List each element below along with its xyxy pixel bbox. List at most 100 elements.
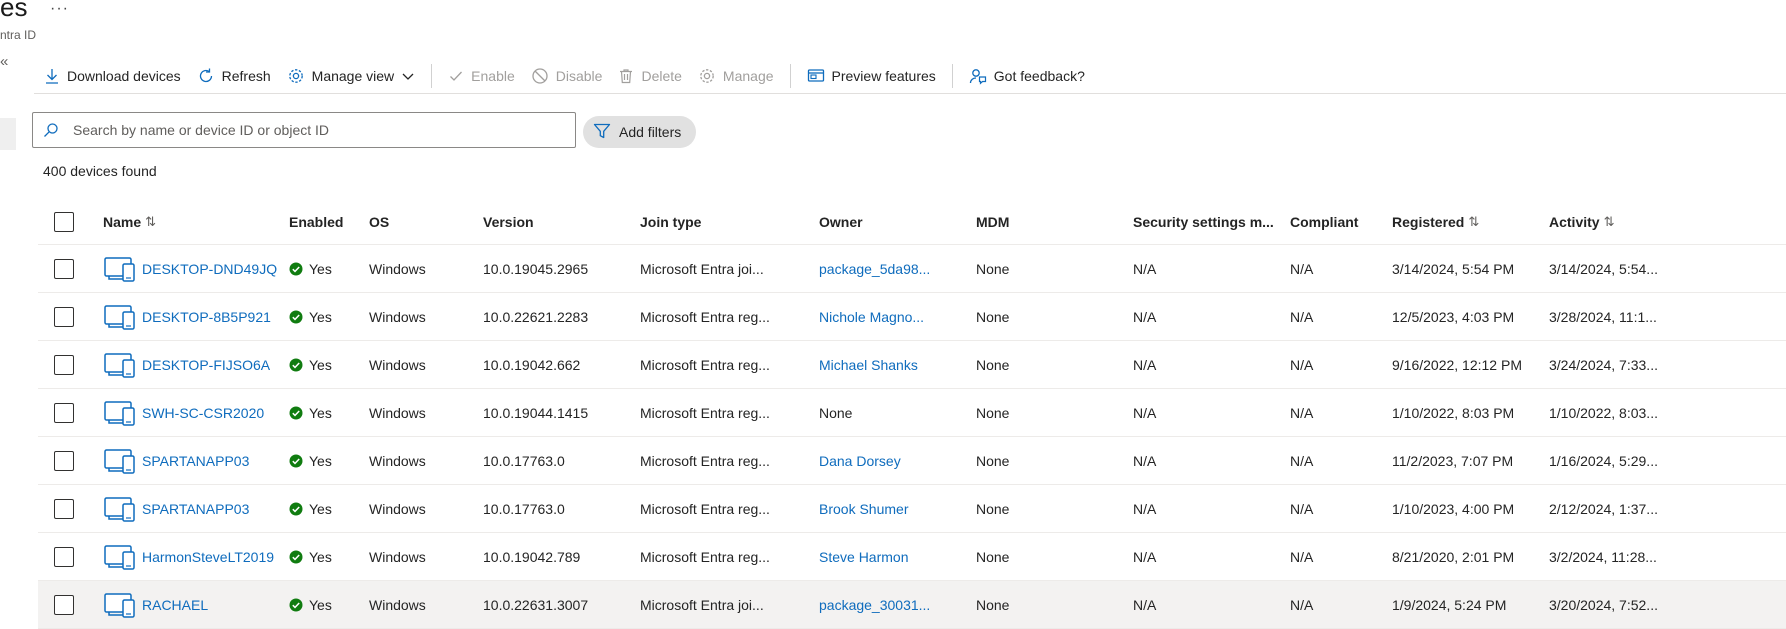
page-title: es: [0, 0, 28, 22]
activity-cell: 3/28/2024, 11:1...: [1549, 293, 1657, 340]
header-registered[interactable]: Registered ⇅: [1392, 200, 1479, 244]
device-name-link[interactable]: HarmonSteveLT2019: [142, 549, 274, 565]
manage-view-label: Manage view: [311, 68, 395, 84]
owner-link[interactable]: Steve Harmon: [819, 549, 908, 565]
os-cell: Windows: [369, 245, 426, 292]
manage-button[interactable]: Manage: [698, 67, 774, 85]
manage-view-button[interactable]: Manage view: [287, 67, 416, 85]
header-owner: Owner: [819, 200, 863, 244]
table-row[interactable]: RACHAEL Yes Windows 10.0.22631.3007 Microsof…: [38, 581, 1786, 629]
enable-button[interactable]: Enable: [448, 68, 515, 84]
download-devices-button[interactable]: Download devices: [44, 68, 181, 84]
version-value: 10.0.22621.2283: [483, 308, 589, 325]
row-checkbox[interactable]: [54, 450, 74, 471]
header-security: Security settings m...: [1133, 200, 1274, 244]
compliant-value: N/A: [1290, 452, 1314, 469]
table-row[interactable]: HarmonSteveLT2019 Yes Windows 10.0.19042.78…: [38, 533, 1786, 581]
mdm-value: None: [976, 404, 1010, 421]
checkmark-circle-icon: [289, 358, 303, 372]
device-icon: [103, 591, 137, 619]
version-value: 10.0.19042.662: [483, 356, 581, 373]
device-name-link[interactable]: DESKTOP-8B5P921: [142, 309, 271, 325]
feedback-button[interactable]: Got feedback?: [969, 67, 1085, 85]
compliant-cell: N/A: [1290, 485, 1313, 532]
table-header: Name ⇅ Enabled OS Version Join type Owner…: [38, 200, 1786, 245]
header-version-label: Version: [483, 214, 534, 230]
row-checkbox[interactable]: [54, 402, 74, 423]
device-name-link[interactable]: SPARTANAPP03: [142, 501, 249, 517]
more-options-button[interactable]: ···: [50, 0, 69, 18]
row-checkbox[interactable]: [54, 546, 74, 567]
table-row[interactable]: DESKTOP-DND49JQ Yes Windows 10.0.19045.2965…: [38, 245, 1786, 293]
device-name-link[interactable]: DESKTOP-FIJSO6A: [142, 357, 270, 373]
search-box[interactable]: [32, 112, 576, 148]
registered-value: 3/14/2024, 5:54 PM: [1392, 260, 1515, 277]
disable-label: Disable: [555, 68, 603, 84]
row-checkbox[interactable]: [54, 498, 74, 519]
enabled-cell: Yes: [289, 389, 332, 436]
security-cell: N/A: [1133, 341, 1156, 388]
row-checkbox[interactable]: [54, 306, 74, 327]
mdm-cell: None: [976, 245, 1009, 292]
header-owner-label: Owner: [819, 214, 863, 230]
search-input[interactable]: [71, 121, 575, 139]
delete-button[interactable]: Delete: [618, 68, 682, 84]
compliant-cell: N/A: [1290, 389, 1313, 436]
registered-cell: 9/16/2022, 12:12 PM: [1392, 341, 1522, 388]
row-select-cell: [54, 533, 74, 580]
row-select-cell: [54, 245, 74, 292]
owner-link[interactable]: package_5da98...: [819, 261, 930, 277]
mdm-value: None: [976, 500, 1010, 517]
compliant-value: N/A: [1290, 596, 1314, 613]
header-os: OS: [369, 200, 389, 244]
join-type-value: Microsoft Entra joi...: [640, 596, 764, 613]
os-value: Windows: [369, 500, 426, 517]
enabled-value: Yes: [309, 500, 332, 517]
disable-button[interactable]: Disable: [531, 67, 603, 85]
owner-link[interactable]: package_30031...: [819, 597, 930, 613]
mdm-value: None: [976, 308, 1010, 325]
table-row[interactable]: SPARTANAPP03 Yes Windows 10.0.17763.0 Micros…: [38, 437, 1786, 485]
add-filters-label: Add filters: [619, 124, 682, 140]
device-name-link[interactable]: RACHAEL: [142, 597, 208, 613]
version-value: 10.0.19045.2965: [483, 260, 589, 277]
activity-cell: 1/16/2024, 5:29...: [1549, 437, 1658, 484]
version-value: 10.0.19044.1415: [483, 404, 589, 421]
table-body: DESKTOP-DND49JQ Yes Windows 10.0.19045.2965…: [38, 245, 1786, 629]
table-row[interactable]: DESKTOP-FIJSO6A Yes Windows 10.0.19042.662 M…: [38, 341, 1786, 389]
select-all-checkbox[interactable]: [54, 212, 74, 232]
owner-link[interactable]: Nichole Magno...: [819, 309, 924, 325]
header-activity[interactable]: Activity ⇅: [1549, 200, 1614, 244]
device-name-link[interactable]: SWH-SC-CSR2020: [142, 405, 264, 421]
collapse-menu-button[interactable]: «: [0, 53, 8, 70]
refresh-button[interactable]: Refresh: [197, 67, 271, 85]
table-row[interactable]: SWH-SC-CSR2020 Yes Windows 10.0.19044.1415 M…: [38, 389, 1786, 437]
add-filters-button[interactable]: Add filters: [583, 116, 697, 148]
device-icon: [103, 351, 137, 379]
header-name[interactable]: Name ⇅: [103, 200, 156, 244]
version-value: 10.0.19042.789: [483, 548, 581, 565]
join-type-value: Microsoft Entra reg...: [640, 452, 770, 469]
owner-link[interactable]: Brook Shumer: [819, 501, 908, 517]
compliant-value: N/A: [1290, 500, 1314, 517]
join-type-cell: Microsoft Entra joi...: [640, 245, 764, 292]
version-cell: 10.0.19042.662: [483, 341, 580, 388]
preview-features-button[interactable]: Preview features: [807, 67, 936, 85]
enabled-value: Yes: [309, 260, 332, 277]
device-name-link[interactable]: SPARTANAPP03: [142, 453, 249, 469]
row-checkbox[interactable]: [54, 354, 74, 375]
mdm-cell: None: [976, 437, 1009, 484]
security-cell: N/A: [1133, 293, 1156, 340]
row-checkbox[interactable]: [54, 258, 74, 279]
registered-value: 1/10/2023, 4:00 PM: [1392, 500, 1515, 517]
row-checkbox[interactable]: [54, 594, 74, 615]
device-name-link[interactable]: DESKTOP-DND49JQ: [142, 261, 277, 277]
command-bar: Download devices Refresh Manage view Ena…: [44, 63, 1101, 89]
activity-cell: 3/14/2024, 5:54...: [1549, 245, 1658, 292]
owner-link[interactable]: Michael Shanks: [819, 357, 918, 373]
toolbar-divider: [789, 64, 791, 88]
table-row[interactable]: DESKTOP-8B5P921 Yes Windows 10.0.22621.2283…: [38, 293, 1786, 341]
table-row[interactable]: SPARTANAPP03 Yes Windows 10.0.17763.0 Micros…: [38, 485, 1786, 533]
enabled-value: Yes: [309, 548, 332, 565]
owner-link[interactable]: Dana Dorsey: [819, 453, 901, 469]
